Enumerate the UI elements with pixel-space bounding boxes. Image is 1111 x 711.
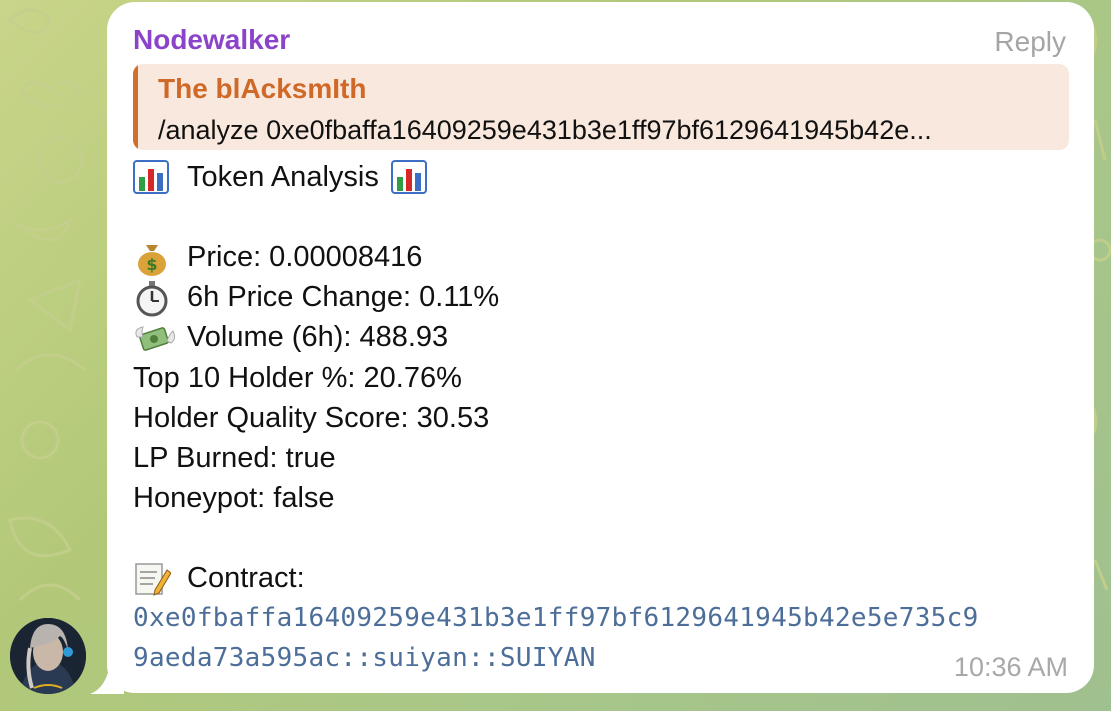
contract-label-line: Contract: [133,560,305,596]
sender-name[interactable]: Nodewalker [133,24,290,56]
memo-icon [133,560,175,596]
money-bag-icon: $ [133,239,175,276]
contract-address-line1[interactable]: 0xe0fbaffa16409259e431b3e1ff97bf61296419… [133,600,979,636]
bar-chart-icon [133,159,175,195]
message-timestamp: 10:36 AM [953,652,1068,682]
quote-text: /analyze 0xe0fbaffa16409259e431b3e1ff97b… [158,115,932,145]
quoted-message[interactable]: The blAcksmIth /analyze 0xe0fbaffa164092… [133,64,1069,150]
avatar-portrait-icon [10,618,86,694]
top-holders-line: Top 10 Holder %: 20.76% [133,362,462,394]
reply-button[interactable]: Reply [994,26,1066,58]
volume-line: Volume (6h): 488.93 [133,319,448,355]
quote-author: The blAcksmIth [158,73,367,104]
price-line: $ Price: 0.00008416 [133,239,423,276]
bar-chart-icon [390,159,433,195]
price-change-text: 6h Price Change: 0.11% [187,281,500,313]
contract-label: Contract: [187,562,305,594]
price-text: Price: 0.00008416 [187,241,423,273]
money-wings-icon [133,319,175,355]
volume-text: Volume (6h): 488.93 [187,321,449,353]
holder-quality-line: Holder Quality Score: 30.53 [133,402,490,434]
lp-burned-line: LP Burned: true [133,442,336,474]
analysis-title-text: Token Analysis [187,161,379,193]
contract-address-line2[interactable]: 9aeda73a595ac::suiyan::SUIYAN [133,640,596,676]
honeypot-line: Honeypot: false [133,482,335,514]
quote-accent-bar [133,64,138,150]
analysis-title: Token Analysis [133,159,445,195]
stopwatch-icon [133,279,175,317]
svg-text:$: $ [146,255,157,274]
message-bubble[interactable]: Nodewalker Reply The blAcksmIth /analyze… [107,2,1094,693]
avatar[interactable] [10,618,86,694]
price-change-line: 6h Price Change: 0.11% [133,279,500,317]
